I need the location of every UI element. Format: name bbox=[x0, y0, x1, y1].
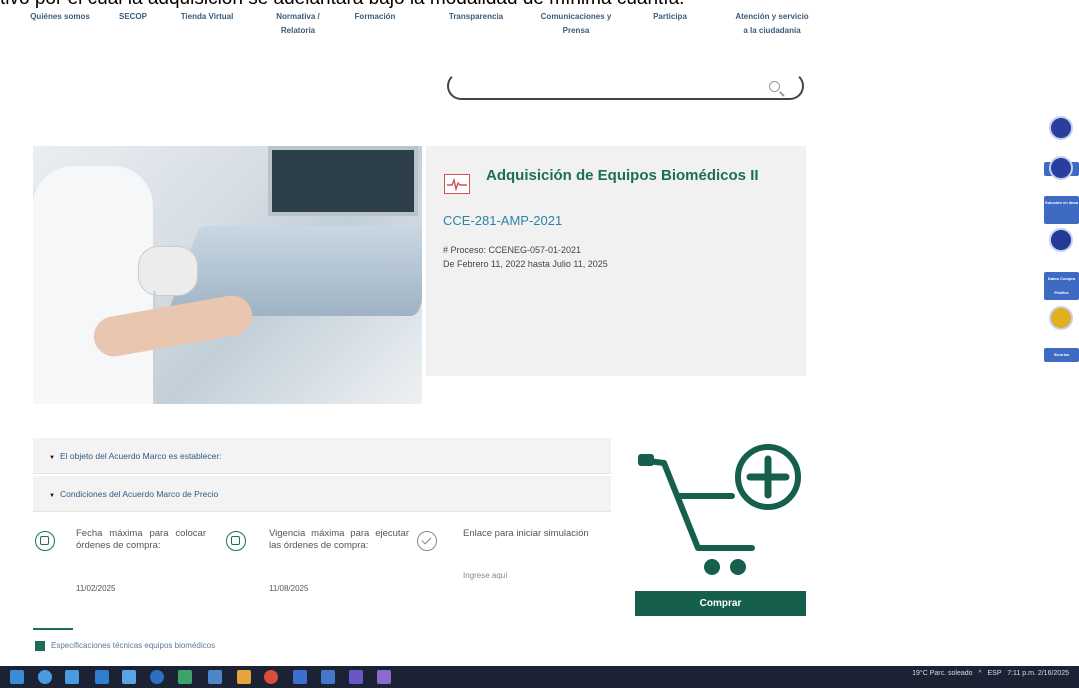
nav-item-secop[interactable]: SECOP bbox=[108, 10, 158, 24]
info-text-vigencia: Vigencia máxima para ejecutar las órdene… bbox=[269, 528, 409, 551]
nav-item-formacion[interactable]: Formación bbox=[345, 10, 405, 24]
mail-icon[interactable] bbox=[95, 670, 109, 684]
nav-item-normativa[interactable]: Normativa / Relatoría bbox=[270, 10, 326, 38]
outlook-icon[interactable] bbox=[321, 670, 335, 684]
search-icon[interactable] bbox=[38, 670, 52, 684]
check-circle-icon bbox=[417, 531, 437, 551]
side-label-datos[interactable]: Datos Compra Pública bbox=[1044, 272, 1079, 300]
nav-item-tienda-virtual[interactable]: Tienda Virtual bbox=[172, 10, 242, 24]
app-icon[interactable] bbox=[122, 670, 136, 684]
main-nav: Quiénes somos SECOP Tienda Virtual Norma… bbox=[0, 10, 830, 60]
app-icon[interactable] bbox=[377, 670, 391, 684]
word-icon[interactable] bbox=[208, 670, 222, 684]
task-view-icon[interactable] bbox=[65, 670, 79, 684]
buy-button[interactable]: Comprar bbox=[635, 591, 806, 616]
simulation-link[interactable]: Ingrese aquí bbox=[463, 571, 507, 580]
nav-item-quienes-somos[interactable]: Quiénes somos bbox=[20, 10, 100, 24]
clock-date: 2/16/2025 bbox=[1037, 670, 1069, 677]
nav-item-atencion[interactable]: Atención y servicio a la ciudadanía bbox=[733, 10, 811, 38]
teams-icon[interactable] bbox=[293, 670, 307, 684]
stats-icon[interactable] bbox=[1049, 228, 1073, 252]
system-tray[interactable]: 19°C Parc. soleado ^ ESP 7:11 p.m. 2/16/… bbox=[912, 670, 1069, 677]
excel-icon bbox=[35, 641, 45, 651]
excel-icon[interactable] bbox=[178, 670, 192, 684]
accordion-label: Condiciones del Acuerdo Marco de Precio bbox=[49, 489, 218, 499]
cart-add-icon[interactable] bbox=[634, 414, 806, 580]
spec-link-label: Especificaciones técnicas equipos bioméd… bbox=[51, 641, 216, 651]
nav-item-comunicaciones[interactable]: Comunicaciones y Prensa bbox=[530, 10, 622, 38]
info-text-simulacion: Enlace para iniciar simulación bbox=[463, 528, 589, 539]
accordion-condiciones[interactable]: Condiciones del Acuerdo Marco de Precio bbox=[33, 476, 611, 512]
sicoriss-icon[interactable] bbox=[1049, 306, 1073, 330]
start-icon[interactable] bbox=[10, 670, 24, 684]
validity-dates: De Febrero 11, 2022 hasta Julio 11, 2025 bbox=[443, 259, 608, 269]
search-icon[interactable] bbox=[769, 81, 780, 92]
nav-item-transparencia[interactable]: Transparencia bbox=[436, 10, 516, 24]
info-value-vigencia: 11/08/2025 bbox=[269, 584, 309, 593]
windows-taskbar: 19°C Parc. soleado ^ ESP 7:11 p.m. 2/16/… bbox=[0, 666, 1079, 688]
process-number: # Proceso: CCENEG-057-01-2021 bbox=[443, 245, 582, 255]
search-input[interactable] bbox=[447, 72, 804, 100]
divider bbox=[33, 628, 73, 630]
nav-item-participa[interactable]: Participa bbox=[645, 10, 695, 24]
accordion-objeto[interactable]: El objeto del Acuerdo Marco es establece… bbox=[33, 438, 611, 474]
chrome-icon[interactable] bbox=[264, 670, 278, 684]
language-indicator: ESP bbox=[987, 670, 1002, 677]
accordion-label: El objeto del Acuerdo Marco es establece… bbox=[49, 451, 222, 461]
calendar-icon bbox=[226, 531, 246, 551]
biomedical-icon bbox=[444, 174, 470, 194]
side-label-sicoriss[interactable]: Sicoriss bbox=[1044, 348, 1079, 362]
folder-icon[interactable] bbox=[237, 670, 251, 684]
product-info-panel: Adquisición de Equipos Biomédicos II CCE… bbox=[426, 146, 806, 376]
clock-time: 7:11 p.m. bbox=[1007, 670, 1036, 677]
app-icon[interactable] bbox=[349, 670, 363, 684]
page-top-text: tivo por el cual la adquisición se adela… bbox=[0, 0, 1079, 10]
info-text-fecha: Fecha máxima para colocar órdenes de com… bbox=[76, 528, 206, 551]
edge-icon[interactable] bbox=[150, 670, 164, 684]
weather-text: 19°C Parc. soleado bbox=[912, 670, 973, 677]
support-icon[interactable] bbox=[1049, 156, 1073, 180]
calendar-icon bbox=[35, 531, 55, 551]
product-code: CCE-281-AMP-2021 bbox=[443, 213, 563, 228]
info-value-fecha: 11/02/2025 bbox=[76, 584, 116, 593]
side-label-solucion[interactable]: Solución en línea bbox=[1044, 196, 1079, 224]
product-title: Adquisición de Equipos Biomédicos II bbox=[486, 167, 759, 184]
spec-link[interactable]: Especificaciones técnicas equipos bioméd… bbox=[35, 641, 215, 651]
payments-icon[interactable] bbox=[1049, 116, 1073, 140]
product-image bbox=[33, 146, 422, 404]
